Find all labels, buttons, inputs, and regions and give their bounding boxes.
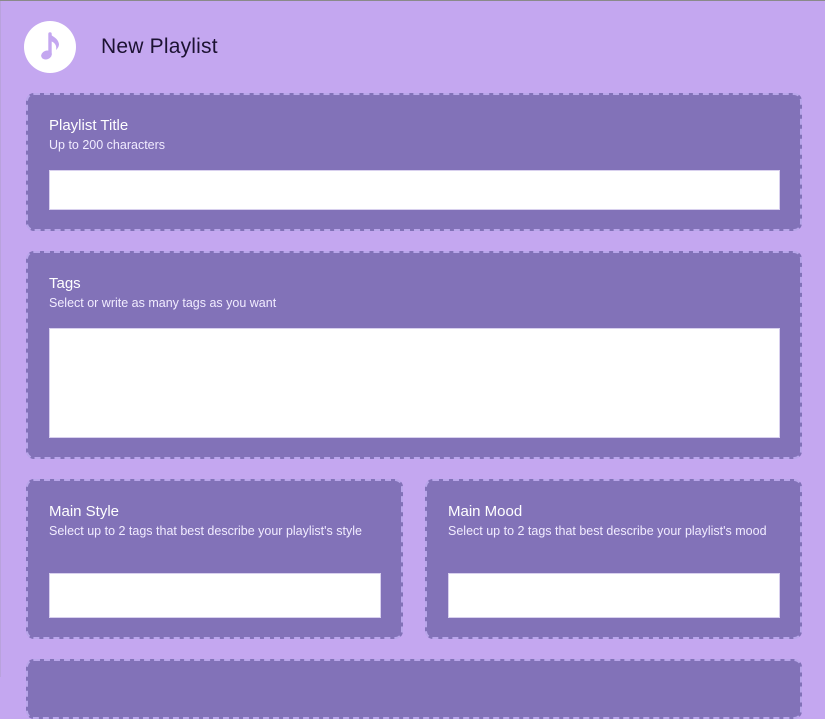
main-style-input[interactable] — [49, 573, 381, 618]
page-title: New Playlist — [101, 35, 218, 58]
main-mood-label: Main Mood — [448, 503, 523, 520]
music-note-icon — [26, 23, 74, 71]
tags-card: Tags Select or write as many tags as you… — [26, 251, 802, 459]
tags-label: Tags — [49, 275, 81, 292]
window-left-edge — [0, 1, 1, 677]
page-header: New Playlist — [26, 22, 218, 72]
tags-hint: Select or write as many tags as you want — [49, 296, 277, 310]
playlist-title-input[interactable] — [49, 170, 780, 210]
main-mood-card: Main Mood Select up to 2 tags that best … — [425, 479, 802, 639]
playlist-title-card: Playlist Title Up to 200 characters — [26, 93, 802, 231]
main-mood-input[interactable] — [448, 573, 780, 618]
playlist-title-hint: Up to 200 characters — [49, 138, 166, 152]
next-section-card — [26, 659, 802, 719]
main-style-card: Main Style Select up to 2 tags that best… — [26, 479, 403, 639]
playlist-title-label: Playlist Title — [49, 117, 129, 134]
main-style-hint: Select up to 2 tags that best describe y… — [49, 524, 362, 538]
main-style-label: Main Style — [49, 503, 120, 520]
tags-input[interactable] — [49, 328, 780, 438]
main-mood-hint: Select up to 2 tags that best describe y… — [448, 524, 767, 538]
